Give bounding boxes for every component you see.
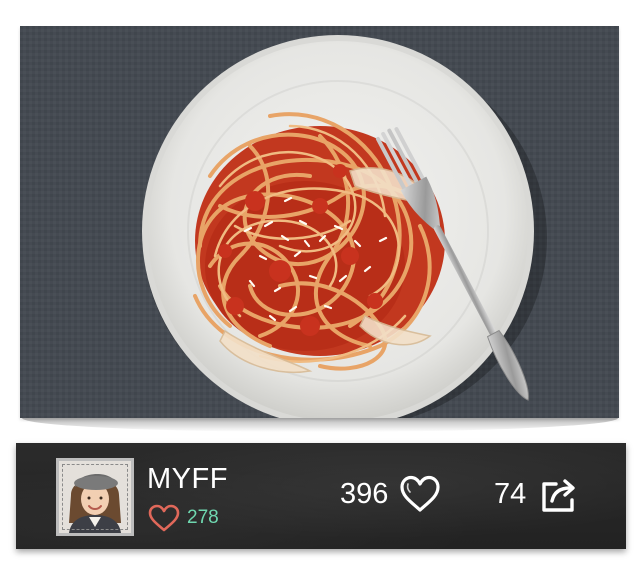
food-photo[interactable] — [20, 26, 619, 418]
heart-outline-icon[interactable] — [398, 474, 442, 514]
spaghetti-image — [20, 26, 619, 418]
share-count: 74 — [494, 478, 527, 510]
avatar[interactable] — [56, 458, 134, 536]
share-stat: 74 — [494, 474, 582, 514]
share-arrow-icon[interactable] — [538, 474, 582, 514]
avatar-photo — [59, 461, 131, 533]
heart-outline-icon[interactable] — [147, 503, 181, 533]
like-stat: 396 — [340, 474, 442, 514]
like-count: 396 — [340, 478, 389, 510]
post-info-bar: MYFF 278 396 74 — [16, 443, 626, 549]
photo-shadow — [22, 418, 618, 432]
username[interactable]: MYFF — [147, 463, 228, 495]
likes-received: 278 — [147, 503, 219, 533]
likes-received-count: 278 — [187, 507, 219, 528]
